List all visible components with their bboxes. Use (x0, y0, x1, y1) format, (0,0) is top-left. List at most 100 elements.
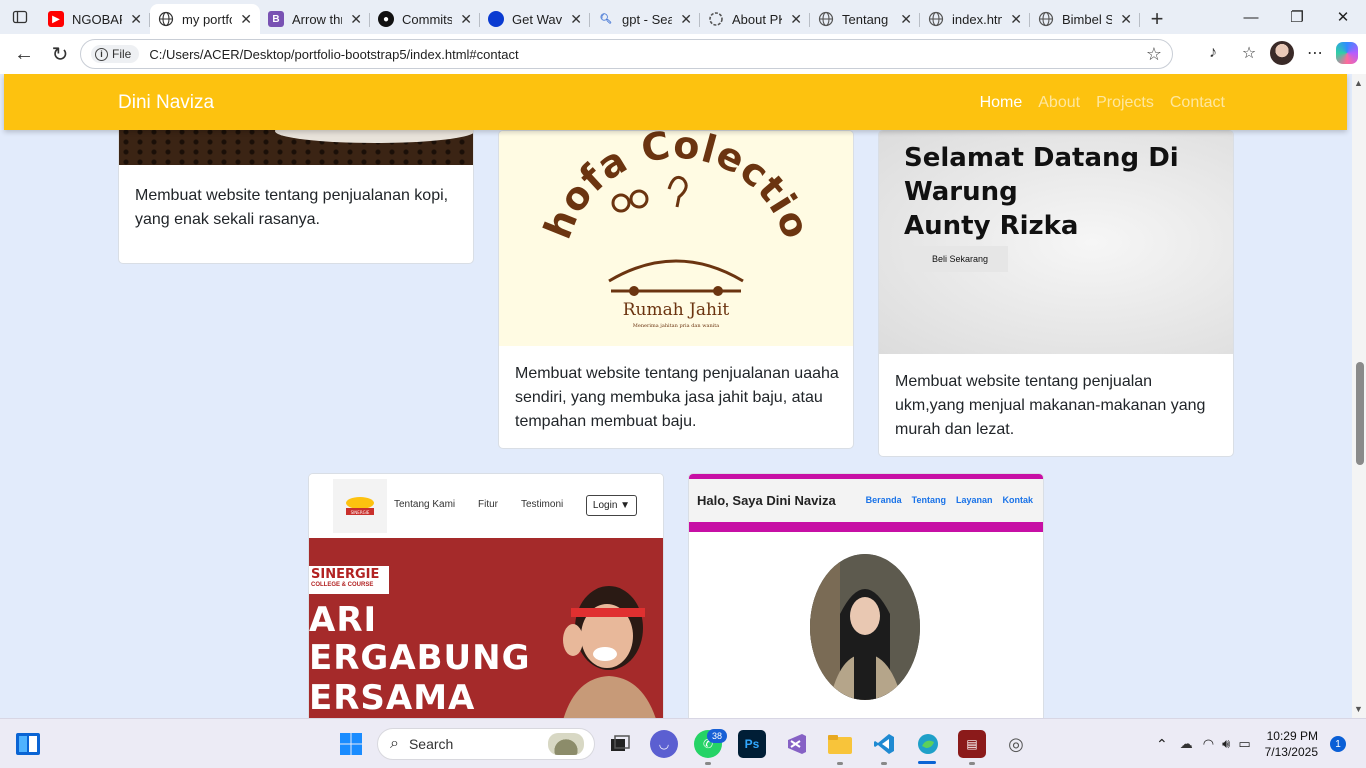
beli-sekarang-button: Beli Sekarang (904, 246, 1008, 272)
refresh-button[interactable]: ↻ (42, 38, 78, 70)
favorites-icon[interactable]: ☆ (1234, 38, 1264, 68)
profile-photo (810, 554, 920, 700)
tab-title: Get Wave (512, 11, 563, 27)
start-button[interactable] (337, 730, 365, 758)
tab-index[interactable]: index.htm ✕ (920, 4, 1030, 34)
file-explorer-icon[interactable] (826, 730, 854, 758)
close-tab-icon[interactable]: ✕ (130, 11, 142, 28)
close-tab-icon[interactable]: ✕ (1120, 11, 1132, 28)
sinergie-logo: SINERGIE (333, 479, 387, 533)
widgets-icon[interactable] (14, 730, 42, 758)
scroll-up-icon[interactable]: ▲ (1354, 78, 1363, 88)
tab-youtube[interactable]: ▶ NGOBAR ✕ (40, 4, 150, 34)
github-icon: ● (378, 11, 394, 27)
shofa-logo: Shofa Colection Rumah Jahit Menerima jah… (499, 131, 819, 329)
favorite-star-icon[interactable]: ☆ (1146, 44, 1162, 65)
meet-chat-icon[interactable]: ◡ (650, 730, 678, 758)
dini-nav-item: Tentang (911, 495, 946, 505)
close-tab-icon[interactable]: ✕ (570, 11, 582, 28)
visual-studio-icon[interactable] (782, 730, 810, 758)
tab-title: Commits (402, 11, 453, 27)
ps-label: Ps (744, 737, 760, 751)
svg-text:Shofa Colection: Shofa Colection (499, 131, 819, 245)
clock-date: 7/13/2025 (1264, 745, 1318, 759)
winrar-icon[interactable]: ▤ (958, 730, 986, 758)
tab-gpt-search[interactable]: 🔍︎ gpt - Sea ✕ (590, 4, 700, 34)
tab-strip: ▶ NGOBAR ✕ my portfo ✕ B Arrow thr ✕ ● C… (0, 0, 1366, 34)
battery-icon[interactable]: ▭ (1238, 736, 1250, 752)
close-tab-icon[interactable]: ✕ (900, 11, 912, 28)
more-options-icon[interactable]: ⋯ (1300, 38, 1330, 68)
smiling-woman-photo (563, 586, 656, 718)
wifi-icon[interactable]: ◠ (1203, 736, 1214, 752)
scrollbar-thumb[interactable] (1356, 362, 1364, 465)
svg-text:Menerima jahitan pria dan wani: Menerima jahitan pria dan wanita (633, 323, 720, 329)
vscode-icon[interactable] (870, 730, 898, 758)
globe-icon (158, 11, 174, 27)
tab-bootstrap[interactable]: B Arrow thr ✕ (260, 4, 370, 34)
new-tab-button[interactable]: + (1140, 4, 1174, 34)
close-tab-icon[interactable]: ✕ (240, 11, 252, 28)
dini-nav-item: Layanan (955, 495, 993, 505)
tab-portfolio[interactable]: my portfo ✕ (150, 4, 260, 34)
tab-getwave[interactable]: Get Wave ✕ (480, 4, 590, 34)
nav-about[interactable]: About (1038, 94, 1080, 112)
clock[interactable]: 10:29 PM 7/13/2025 (1265, 728, 1318, 760)
tab-title: About PK (732, 11, 783, 27)
project-card-shofa: Shofa Colection Rumah Jahit Menerima jah… (498, 130, 854, 449)
scroll-down-icon[interactable]: ▼ (1354, 704, 1363, 714)
copilot-icon[interactable] (1336, 42, 1358, 64)
nav-contact[interactable]: Contact (1170, 94, 1225, 112)
edge-icon[interactable] (914, 730, 942, 758)
tab-title: index.htm (952, 11, 1002, 27)
tab-about-pk[interactable]: About PK ✕ (700, 4, 810, 34)
nav-projects[interactable]: Projects (1096, 94, 1154, 112)
read-aloud-icon[interactable]: ♪ (1198, 38, 1228, 68)
close-tab-icon[interactable]: ✕ (790, 11, 802, 28)
site-info-label: File (112, 47, 132, 61)
close-tab-icon[interactable]: ✕ (350, 11, 362, 28)
back-button[interactable]: ← (6, 38, 42, 70)
tab-github[interactable]: ● Commits ✕ (370, 4, 480, 34)
site-brand[interactable]: Dini Naviza (118, 92, 214, 114)
show-hidden-icons[interactable]: ⌃ (1156, 736, 1168, 753)
onedrive-icon[interactable]: ☁ (1180, 736, 1193, 752)
minimize-button[interactable]: — (1228, 0, 1274, 34)
app-icon[interactable]: ◎ (1002, 730, 1030, 758)
tab-actions-icon (12, 10, 28, 24)
dini-header: Halo, Saya Dini Naviza Beranda Tentang L… (689, 474, 1043, 532)
dini-nav-item: Beranda (865, 495, 902, 505)
close-window-button[interactable]: ✕ (1320, 0, 1366, 34)
url-text[interactable]: C:/Users/ACER/Desktop/portfolio-bootstra… (149, 47, 518, 62)
profile-avatar[interactable] (1270, 41, 1294, 65)
page-scrollbar[interactable]: ▲ ▼ (1352, 74, 1366, 718)
system-tray: ⌃ ☁ ◠ 🔊︎ ▭ 10:29 PM 7/13/2025 1 (1156, 719, 1366, 768)
nav-home[interactable]: Home (980, 94, 1023, 112)
project-card-warung: Selamat Datang Di Warung Aunty Rizka Bel… (878, 130, 1234, 457)
notification-badge[interactable]: 1 (1330, 736, 1346, 752)
whatsapp-badge: 38 (707, 729, 727, 743)
taskbar-search[interactable]: ⌕ Search (377, 728, 595, 760)
restore-button[interactable]: ❐ (1274, 0, 1320, 34)
photoshop-icon[interactable]: Ps (738, 730, 766, 758)
warung-heading: Selamat Datang Di Warung Aunty Rizka (904, 143, 1179, 241)
tab-bimbel[interactable]: Bimbel SI ✕ (1030, 4, 1140, 34)
plus-icon: + (1150, 6, 1164, 31)
tab-title: gpt - Sea (622, 11, 673, 27)
windows-taskbar: ⌕ Search ◡ ✆ 38 Ps ▤ ◎ ⌃ ☁ ◠ 🔊︎ ▭ 10:29 … (0, 718, 1366, 768)
tab-tentang[interactable]: Tentang S ✕ (810, 4, 920, 34)
project-description: Membuat website tentang penjualanan kopi… (135, 187, 449, 228)
volume-icon[interactable]: 🔊︎ (1222, 736, 1230, 752)
address-bar[interactable]: i File C:/Users/ACER/Desktop/portfolio-b… (80, 39, 1173, 69)
search-icon: ⌕ (390, 735, 399, 752)
shofa-logo-image: Shofa Colection Rumah Jahit Menerima jah… (499, 131, 853, 346)
close-tab-icon[interactable]: ✕ (1010, 11, 1022, 28)
site-info-button[interactable]: i File (91, 45, 140, 63)
task-view-icon[interactable] (606, 730, 634, 758)
tab-actions-button[interactable] (0, 0, 40, 34)
tab-title: Bimbel SI (1062, 11, 1113, 27)
close-tab-icon[interactable]: ✕ (460, 11, 472, 28)
running-indicator (705, 762, 711, 765)
close-tab-icon[interactable]: ✕ (680, 11, 692, 28)
running-indicator (837, 762, 843, 765)
